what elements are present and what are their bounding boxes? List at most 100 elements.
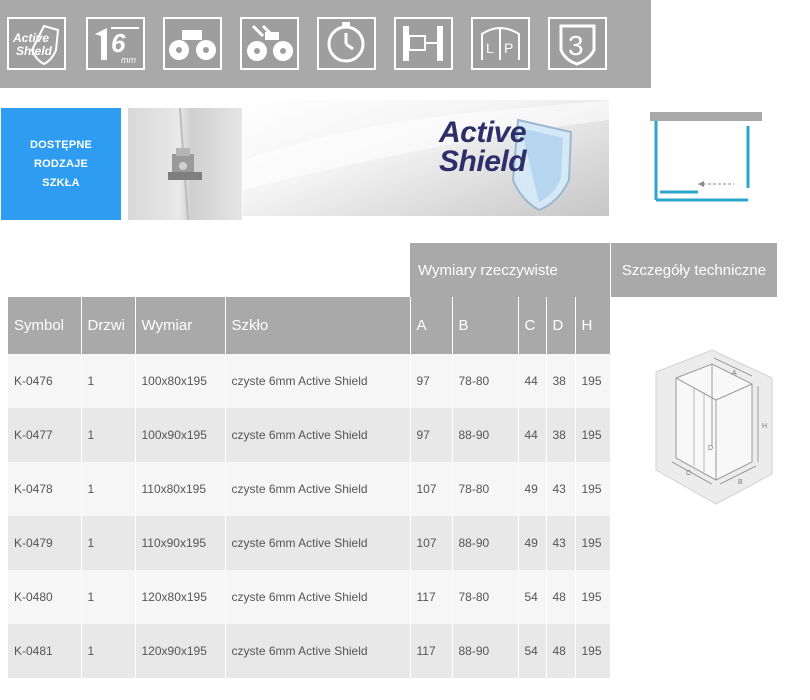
cell-d: 38 <box>546 354 576 408</box>
cell-symbol: K-0477 <box>8 408 82 462</box>
feature-icon-bar: Active Shield 6 mm L P 3 <box>0 0 651 88</box>
glass-types-line-3: SZKŁA <box>42 176 80 189</box>
cell-a: 107 <box>410 462 453 516</box>
active-shield-icon: Active Shield <box>7 17 66 70</box>
drawing-label-d: D <box>708 445 713 452</box>
drawing-label-a: A <box>732 370 737 377</box>
table-header-row: Symbol Drzwi Wymiar Szkło A B C D H <box>8 297 611 354</box>
svg-text:Active: Active <box>12 31 49 45</box>
svg-text:3: 3 <box>568 30 584 61</box>
glass-6mm-icon: 6 mm <box>86 17 145 70</box>
wall-profile-icon <box>394 17 453 70</box>
cell-a: 117 <box>410 570 453 624</box>
column-header-a: A <box>410 297 453 354</box>
cell-d: 43 <box>546 516 576 570</box>
cell-b: 78-80 <box>452 462 519 516</box>
column-header-glass: Szkło <box>225 297 411 354</box>
cell-d: 38 <box>546 408 576 462</box>
cell-h: 195 <box>575 516 611 570</box>
cell-symbol: K-0478 <box>8 462 82 516</box>
cell-c: 54 <box>518 570 547 624</box>
cell-size: 120x90x195 <box>135 624 226 678</box>
cell-h: 195 <box>575 462 611 516</box>
cell-size: 110x80x195 <box>135 462 226 516</box>
table-row: K-0481 1 120x90x195 czyste 6mm Active Sh… <box>8 624 611 678</box>
wheels-adjustable-icon <box>240 17 299 70</box>
cell-symbol: K-0479 <box>8 516 82 570</box>
cell-h: 195 <box>575 570 611 624</box>
cell-glass: czyste 6mm Active Shield <box>225 516 411 570</box>
cell-c: 49 <box>518 516 547 570</box>
cell-door: 1 <box>81 354 136 408</box>
cell-door: 1 <box>81 408 136 462</box>
column-header-h: H <box>575 297 611 354</box>
cell-a: 107 <box>410 516 453 570</box>
cell-size: 120x80x195 <box>135 570 226 624</box>
drawing-label-c: C <box>686 470 691 477</box>
cell-symbol: K-0481 <box>8 624 82 678</box>
table-row: K-0476 1 100x80x195 czyste 6mm Active Sh… <box>8 354 611 408</box>
cell-a: 117 <box>410 624 453 678</box>
hinge-photo <box>128 108 242 220</box>
logo-line-2: Shield <box>439 145 527 178</box>
cell-d: 48 <box>546 624 576 678</box>
glass-types-line-1: DOSTĘPNE <box>29 138 93 151</box>
cell-symbol: K-0476 <box>8 354 82 408</box>
cell-glass: czyste 6mm Active Shield <box>225 570 411 624</box>
spec-table: Symbol Drzwi Wymiar Szkło A B C D H K-04… <box>8 297 611 678</box>
svg-text:Shield: Shield <box>16 44 53 58</box>
cell-glass: czyste 6mm Active Shield <box>225 462 411 516</box>
drawing-label-h: H <box>762 423 767 430</box>
svg-text:L: L <box>486 40 494 56</box>
active-shield-banner: Active Shield <box>243 100 609 216</box>
cell-glass: czyste 6mm Active Shield <box>225 354 411 408</box>
cell-a: 97 <box>410 354 453 408</box>
table-row: K-0480 1 120x80x195 czyste 6mm Active Sh… <box>8 570 611 624</box>
column-header-d: D <box>546 297 576 354</box>
cell-h: 195 <box>575 624 611 678</box>
dimensions-group-header: Wymiary rzeczywiste <box>410 243 610 297</box>
table-row: K-0478 1 110x80x195 czyste 6mm Active Sh… <box>8 462 611 516</box>
drawing-label-b: B <box>738 479 743 486</box>
cell-glass: czyste 6mm Active Shield <box>225 408 411 462</box>
table-row: K-0479 1 110x90x195 czyste 6mm Active Sh… <box>8 516 611 570</box>
cell-b: 88-90 <box>452 408 519 462</box>
warranty-3-icon: 3 <box>548 17 607 70</box>
cell-size: 110x90x195 <box>135 516 226 570</box>
cell-c: 44 <box>518 354 547 408</box>
cell-c: 54 <box>518 624 547 678</box>
column-header-b: B <box>452 297 519 354</box>
cell-h: 195 <box>575 354 611 408</box>
cell-c: 49 <box>518 462 547 516</box>
table-row: K-0477 1 100x90x195 czyste 6mm Active Sh… <box>8 408 611 462</box>
cell-door: 1 <box>81 624 136 678</box>
active-shield-logo: Active Shield <box>439 116 527 178</box>
svg-text:6: 6 <box>111 28 126 58</box>
cell-b: 88-90 <box>452 516 519 570</box>
column-header-c: C <box>518 297 547 354</box>
cell-b: 88-90 <box>452 624 519 678</box>
cell-b: 78-80 <box>452 570 519 624</box>
column-header-symbol: Symbol <box>8 297 82 354</box>
cell-door: 1 <box>81 462 136 516</box>
reversible-lp-icon: L P <box>471 17 530 70</box>
clock-icon <box>317 17 376 70</box>
svg-text:P: P <box>504 40 513 56</box>
technical-details-header: Szczegóły techniczne <box>611 243 777 297</box>
cell-glass: czyste 6mm Active Shield <box>225 624 411 678</box>
column-header-door: Drzwi <box>81 297 136 354</box>
plan-view-diagram <box>650 112 762 204</box>
logo-line-1: Active <box>439 116 527 149</box>
cell-symbol: K-0480 <box>8 570 82 624</box>
svg-text:mm: mm <box>121 55 136 65</box>
cell-d: 48 <box>546 570 576 624</box>
cell-size: 100x80x195 <box>135 354 226 408</box>
cell-size: 100x90x195 <box>135 408 226 462</box>
glass-types-box[interactable]: DOSTĘPNE RODZAJE SZKŁA <box>1 108 121 220</box>
cell-b: 78-80 <box>452 354 519 408</box>
column-header-size: Wymiar <box>135 297 226 354</box>
cell-d: 43 <box>546 462 576 516</box>
wheels-icon <box>163 17 222 70</box>
glass-types-line-2: RODZAJE <box>34 157 88 170</box>
cell-door: 1 <box>81 516 136 570</box>
